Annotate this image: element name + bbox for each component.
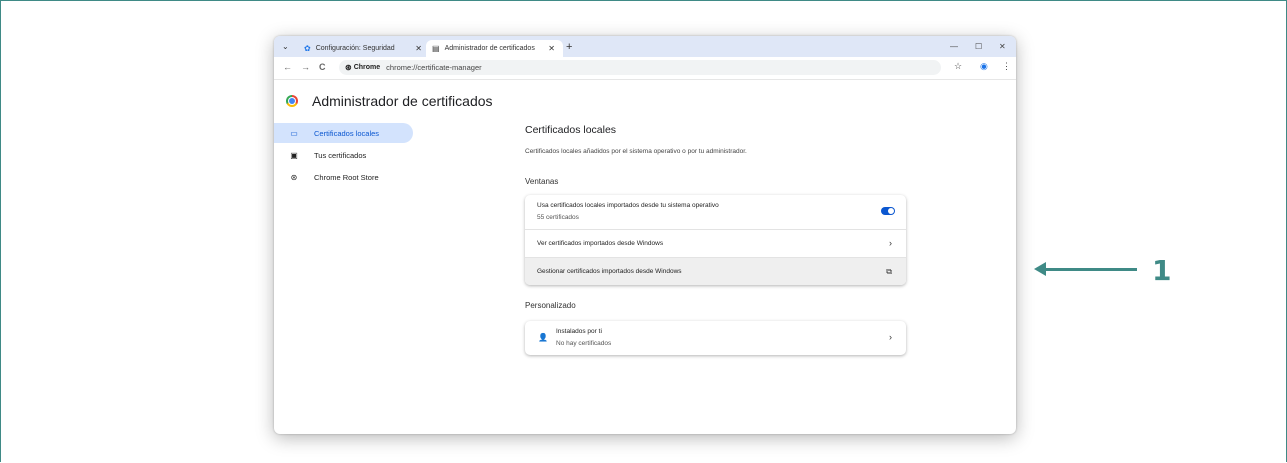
- section-description: Certificados locales añadidos por el sis…: [525, 148, 747, 155]
- custom-certificates-card: 👤 Instalados por ti No hay certificados …: [525, 321, 906, 355]
- use-os-toggle[interactable]: [881, 207, 895, 215]
- section-heading-ventanas: Ventanas: [525, 177, 559, 186]
- browser-window: ⌄ ✿ Configuración: Seguridad ✕ ▤ Adminis…: [274, 36, 1016, 434]
- certificate-icon: ▤: [432, 44, 440, 53]
- view-windows-label: Ver certificados importados desde Window…: [537, 240, 664, 247]
- tab-strip: ⌄ ✿ Configuración: Seguridad ✕ ▤ Adminis…: [274, 36, 1016, 57]
- open-external-icon: ⧉: [886, 267, 892, 276]
- url-text[interactable]: chrome://certificate-manager: [386, 63, 481, 72]
- use-os-certificates-row[interactable]: Usa certificados locales importados desd…: [525, 195, 906, 229]
- tab-search-icon[interactable]: ⌄: [282, 42, 289, 51]
- laptop-icon: ▭: [290, 128, 298, 138]
- bookmark-star-icon[interactable]: ☆: [954, 61, 962, 72]
- page-title: Administrador de certificados: [312, 93, 493, 109]
- chrome-icon: ⊛: [290, 172, 298, 182]
- callout-number: 1: [1152, 254, 1172, 287]
- chrome-icon: ⊛: [345, 63, 352, 72]
- sidebar-item-chrome-root-store[interactable]: ⊛ Chrome Root Store: [274, 167, 413, 187]
- toolbar: ← → C ⊛ Chrome chrome://certificate-mana…: [274, 57, 1016, 80]
- window-close-button[interactable]: ✕: [999, 42, 1006, 51]
- callout-arrow-line: [1044, 268, 1137, 271]
- section-title: Certificados locales: [525, 124, 617, 136]
- maximize-button[interactable]: ☐: [975, 42, 982, 51]
- profile-icon[interactable]: ◉: [980, 61, 988, 72]
- tab-configuracion-seguridad[interactable]: ✿ Configuración: Seguridad ✕: [298, 40, 430, 57]
- tab-label: Administrador de certificados: [444, 45, 535, 52]
- use-os-count: 55 certificados: [537, 214, 579, 221]
- id-card-icon: ▣: [290, 150, 298, 160]
- sidebar-item-label: Tus certificados: [314, 150, 367, 160]
- new-tab-button[interactable]: +: [566, 41, 572, 53]
- view-windows-certificates-row[interactable]: Ver certificados importados desde Window…: [525, 229, 906, 257]
- windows-certificates-card: Usa certificados locales importados desd…: [525, 195, 906, 285]
- back-button[interactable]: ←: [283, 62, 292, 72]
- sidebar-item-label: Chrome Root Store: [314, 172, 379, 182]
- manage-windows-certificates-row[interactable]: Gestionar certificados importados desde …: [525, 257, 906, 285]
- address-bar[interactable]: ⊛ Chrome chrome://certificate-manager: [339, 60, 941, 75]
- chip-label: Chrome: [353, 64, 381, 71]
- person-icon: 👤: [538, 333, 548, 342]
- tab-administrador-certificados[interactable]: ▤ Administrador de certificados ✕: [426, 40, 563, 57]
- sidebar-item-tus-certificados[interactable]: ▣ Tus certificados: [274, 145, 413, 165]
- reload-button[interactable]: C: [319, 62, 326, 72]
- gear-icon: ✿: [304, 44, 311, 53]
- sidebar-item-certificados-locales[interactable]: ▭ Certificados locales: [274, 123, 413, 143]
- chevron-right-icon: ›: [889, 238, 892, 248]
- section-heading-personalizado: Personalizado: [525, 301, 576, 310]
- chevron-right-icon: ›: [889, 332, 892, 342]
- chrome-logo-icon: [286, 95, 298, 107]
- close-icon[interactable]: ✕: [548, 44, 555, 53]
- use-os-title: Usa certificados locales importados desd…: [537, 202, 719, 209]
- installed-subtitle: No hay certificados: [556, 340, 612, 347]
- installed-by-you-row[interactable]: 👤 Instalados por ti No hay certificados …: [525, 321, 906, 355]
- sidebar-item-label: Certificados locales: [314, 128, 380, 138]
- menu-icon[interactable]: ⋮: [1002, 61, 1011, 72]
- minimize-button[interactable]: —: [950, 42, 958, 51]
- forward-button[interactable]: →: [301, 62, 310, 72]
- installed-title: Instalados por ti: [556, 328, 602, 335]
- manage-windows-label: Gestionar certificados importados desde …: [537, 268, 682, 275]
- close-icon[interactable]: ✕: [415, 44, 422, 53]
- tab-label: Configuración: Seguridad: [315, 45, 395, 52]
- site-info-chip[interactable]: ⊛ Chrome: [345, 63, 380, 72]
